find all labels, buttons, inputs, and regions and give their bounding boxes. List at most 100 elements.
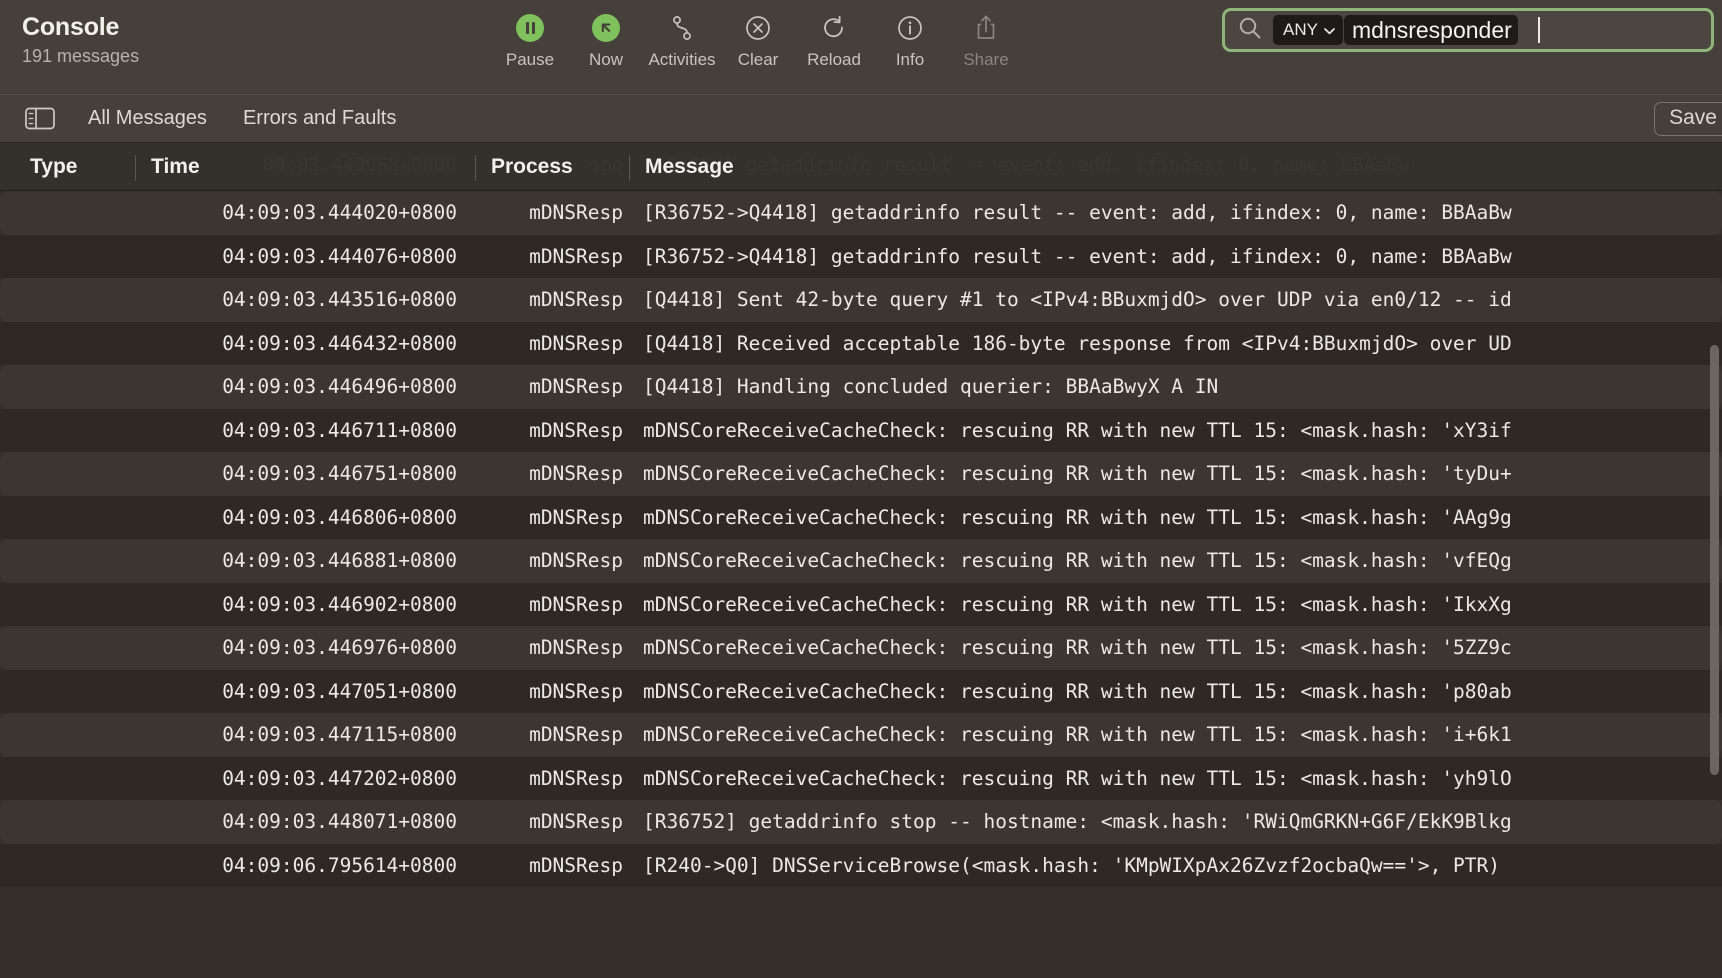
now-arrow-circle-icon xyxy=(592,13,620,43)
search-scope-token[interactable]: ANY xyxy=(1273,15,1343,45)
share-button-label: Share xyxy=(963,50,1008,70)
row-message: mDNSCoreReceiveCacheCheck: rescuing RR w… xyxy=(629,549,1722,572)
column-divider xyxy=(629,155,630,181)
search-query-token[interactable]: mdnsresponder xyxy=(1344,15,1518,45)
tab-all-messages[interactable]: All Messages xyxy=(78,105,217,132)
column-header-process-label: Process xyxy=(491,155,573,179)
share-button[interactable]: Share xyxy=(948,13,1024,70)
column-divider xyxy=(475,155,476,181)
table-row[interactable]: 04:09:03.446806+0800mDNSRespmDNSCoreRece… xyxy=(0,496,1722,540)
row-time: 04:09:03.448071+0800 xyxy=(135,810,475,833)
activities-button[interactable]: Activities xyxy=(644,13,720,70)
table-row[interactable]: 04:09:03.444076+0800mDNSResp[R36752->Q44… xyxy=(0,235,1722,279)
row-process: mDNSResp xyxy=(475,854,629,877)
toolbar-buttons: Pause Now Activities xyxy=(492,0,1024,70)
column-header-time-label: Time xyxy=(151,155,200,179)
row-time: 04:09:03.446751+0800 xyxy=(135,462,475,485)
row-time: 04:09:03.447202+0800 xyxy=(135,767,475,790)
table-row[interactable]: 04:09:06.795614+0800mDNSResp[R240->Q0] D… xyxy=(0,844,1722,888)
reload-icon xyxy=(820,13,848,43)
table-row[interactable]: 04:09:03.444020+0800mDNSResp[R36752->Q44… xyxy=(0,191,1722,235)
row-time: 04:09:03.446881+0800 xyxy=(135,549,475,572)
row-process: mDNSResp xyxy=(475,810,629,833)
tab-errors-and-faults[interactable]: Errors and Faults xyxy=(233,105,406,132)
row-process: mDNSResp xyxy=(475,419,629,442)
info-button[interactable]: Info xyxy=(872,13,948,70)
clear-x-circle-icon xyxy=(744,13,772,43)
search-scope-label: ANY xyxy=(1283,20,1318,40)
now-button-label: Now xyxy=(589,50,623,70)
row-message: mDNSCoreReceiveCacheCheck: rescuing RR w… xyxy=(629,462,1722,485)
reload-button[interactable]: Reload xyxy=(796,13,872,70)
clear-button[interactable]: Clear xyxy=(720,13,796,70)
row-message: mDNSCoreReceiveCacheCheck: rescuing RR w… xyxy=(629,680,1722,703)
row-message: [R36752->Q4418] getaddrinfo result -- ev… xyxy=(629,245,1722,268)
column-header-type[interactable]: Type xyxy=(0,143,135,191)
share-icon xyxy=(972,13,1000,43)
now-button[interactable]: Now xyxy=(568,13,644,70)
row-message: [Q4418] Sent 42-byte query #1 to <IPv4:B… xyxy=(629,288,1722,311)
row-time: 04:09:03.443516+0800 xyxy=(135,288,475,311)
row-time: 04:09:06.795614+0800 xyxy=(135,854,475,877)
filter-bar: All Messages Errors and Faults Save xyxy=(0,95,1722,143)
activities-icon xyxy=(668,13,696,43)
row-process: mDNSResp xyxy=(475,593,629,616)
row-message: [Q4418] Received acceptable 186-byte res… xyxy=(629,332,1722,355)
row-process: mDNSResp xyxy=(475,462,629,485)
table-row[interactable]: 04:09:03.447202+0800mDNSRespmDNSCoreRece… xyxy=(0,757,1722,801)
column-header-message-label: Message xyxy=(645,155,734,179)
info-circle-icon xyxy=(896,13,924,43)
row-time: 04:09:03.446806+0800 xyxy=(135,506,475,529)
row-process: mDNSResp xyxy=(475,723,629,746)
scrollbar-thumb[interactable] xyxy=(1710,345,1719,775)
row-time: 04:09:03.447115+0800 xyxy=(135,723,475,746)
row-process: mDNSResp xyxy=(475,506,629,529)
row-time: 04:09:03.446496+0800 xyxy=(135,375,475,398)
log-table: 09:03.443968+0800 spo ->Q4418] getaddrin… xyxy=(0,143,1722,978)
column-header-message[interactable]: Message xyxy=(629,143,1722,191)
row-process: mDNSResp xyxy=(475,245,629,268)
table-row[interactable]: 04:09:03.446902+0800mDNSRespmDNSCoreRece… xyxy=(0,583,1722,627)
row-time: 04:09:03.446711+0800 xyxy=(135,419,475,442)
table-rows: 04:09:03.444020+0800mDNSResp[R36752->Q44… xyxy=(0,191,1722,887)
table-row[interactable]: 04:09:03.446711+0800mDNSRespmDNSCoreRece… xyxy=(0,409,1722,453)
activities-button-label: Activities xyxy=(648,50,715,70)
row-message: mDNSCoreReceiveCacheCheck: rescuing RR w… xyxy=(629,419,1722,442)
search-field[interactable]: ANY mdnsresponder xyxy=(1222,8,1714,52)
table-row[interactable]: 04:09:03.447051+0800mDNSRespmDNSCoreRece… xyxy=(0,670,1722,714)
table-row[interactable]: 04:09:03.447115+0800mDNSRespmDNSCoreRece… xyxy=(0,713,1722,757)
pause-button-label: Pause xyxy=(506,50,554,70)
row-time: 04:09:03.444076+0800 xyxy=(135,245,475,268)
row-time: 04:09:03.444020+0800 xyxy=(135,201,475,224)
table-row[interactable]: 04:09:03.446881+0800mDNSRespmDNSCoreRece… xyxy=(0,539,1722,583)
clear-button-label: Clear xyxy=(738,50,779,70)
row-process: mDNSResp xyxy=(475,332,629,355)
table-row[interactable]: 04:09:03.446432+0800mDNSResp[Q4418] Rece… xyxy=(0,322,1722,366)
reload-button-label: Reload xyxy=(807,50,861,70)
row-message: [R240->Q0] DNSServiceBrowse(<mask.hash: … xyxy=(629,854,1722,877)
row-process: mDNSResp xyxy=(475,549,629,572)
row-time: 04:09:03.446976+0800 xyxy=(135,636,475,659)
table-row[interactable]: 04:09:03.446751+0800mDNSRespmDNSCoreRece… xyxy=(0,452,1722,496)
table-row[interactable]: 04:09:03.446496+0800mDNSResp[Q4418] Hand… xyxy=(0,365,1722,409)
toolbar: Console 191 messages Pause Now xyxy=(0,0,1722,95)
row-message: [Q4418] Handling concluded querier: BBAa… xyxy=(629,375,1722,398)
row-process: mDNSResp xyxy=(475,288,629,311)
row-time: 04:09:03.446902+0800 xyxy=(135,593,475,616)
table-row[interactable]: 04:09:03.443516+0800mDNSResp[Q4418] Sent… xyxy=(0,278,1722,322)
search-icon xyxy=(1237,15,1263,46)
vertical-scrollbar[interactable] xyxy=(1710,195,1719,974)
column-header-process[interactable]: Process xyxy=(475,143,629,191)
message-count: 191 messages xyxy=(22,44,492,68)
row-time: 04:09:03.446432+0800 xyxy=(135,332,475,355)
column-divider xyxy=(135,155,136,181)
table-row[interactable]: 04:09:03.448071+0800mDNSResp[R36752] get… xyxy=(0,800,1722,844)
row-message: [R36752->Q4418] getaddrinfo result -- ev… xyxy=(629,201,1722,224)
pause-button[interactable]: Pause xyxy=(492,13,568,70)
column-header-time[interactable]: Time xyxy=(135,143,475,191)
row-message: mDNSCoreReceiveCacheCheck: rescuing RR w… xyxy=(629,593,1722,616)
sidebar-toggle-icon[interactable] xyxy=(24,107,56,131)
table-row[interactable]: 04:09:03.446976+0800mDNSRespmDNSCoreRece… xyxy=(0,626,1722,670)
save-button[interactable]: Save xyxy=(1654,102,1722,136)
table-header: Type Time Process Message xyxy=(0,143,1722,191)
